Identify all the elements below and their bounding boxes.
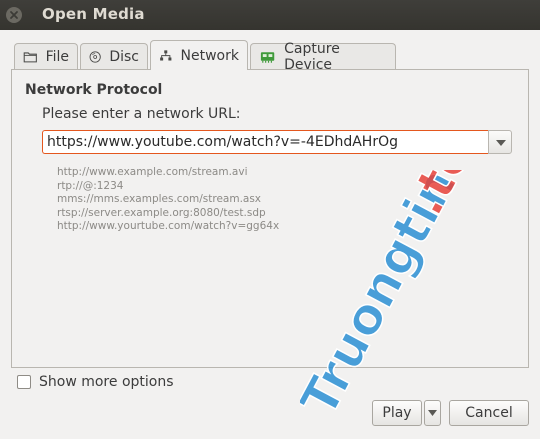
network-icon (160, 49, 172, 61)
close-icon (10, 11, 18, 19)
tab-disc-label: Disc (109, 48, 139, 65)
url-input[interactable] (42, 130, 488, 154)
url-examples: http://www.example.com/stream.avi rtp://… (57, 166, 279, 234)
tab-network[interactable]: Network (150, 40, 248, 70)
play-options-dropdown[interactable] (424, 400, 441, 426)
tab-disc[interactable]: Disc (80, 43, 148, 69)
example-url: http://www.example.com/stream.avi (57, 166, 248, 178)
network-panel: Network Protocol Please enter a network … (11, 69, 529, 368)
title-bar: Open Media (0, 0, 540, 30)
url-prompt: Please enter a network URL: (42, 106, 241, 122)
url-history-dropdown[interactable] (488, 130, 512, 154)
folder-icon (23, 51, 37, 62)
example-url: rtsp://server.example.org:8080/test.sdp (57, 206, 266, 219)
chevron-down-icon (428, 410, 437, 416)
play-button-label: Play (382, 405, 412, 421)
show-more-options-checkbox[interactable] (17, 375, 31, 389)
group-title: Network Protocol (25, 82, 163, 98)
example-url: rtp://@:1234 (57, 179, 124, 192)
tab-capture-device[interactable]: Capture Device (250, 41, 396, 73)
example-url: http://www.yourtube.com/watch?v=gg64x (57, 220, 280, 232)
chevron-down-icon (496, 140, 506, 146)
tab-network-label: Network (180, 47, 239, 64)
tab-file[interactable]: File (14, 43, 78, 69)
capture-card-icon (260, 51, 275, 63)
close-button[interactable] (6, 7, 22, 23)
window-title: Open Media (42, 5, 145, 23)
cancel-button-label: Cancel (465, 405, 513, 421)
play-button[interactable]: Play (372, 400, 422, 426)
disc-icon (89, 50, 101, 63)
tab-capture-label: Capture Device (284, 40, 340, 73)
example-url: mms://mms.examples.com/stream.asx (57, 193, 262, 205)
dialog-body: File Disc Network Capture Device Network… (0, 30, 540, 439)
tab-file-label: File (45, 48, 69, 65)
show-more-options-label[interactable]: Show more options (39, 374, 174, 390)
cancel-button[interactable]: Cancel (449, 400, 529, 426)
url-combobox (42, 130, 512, 154)
